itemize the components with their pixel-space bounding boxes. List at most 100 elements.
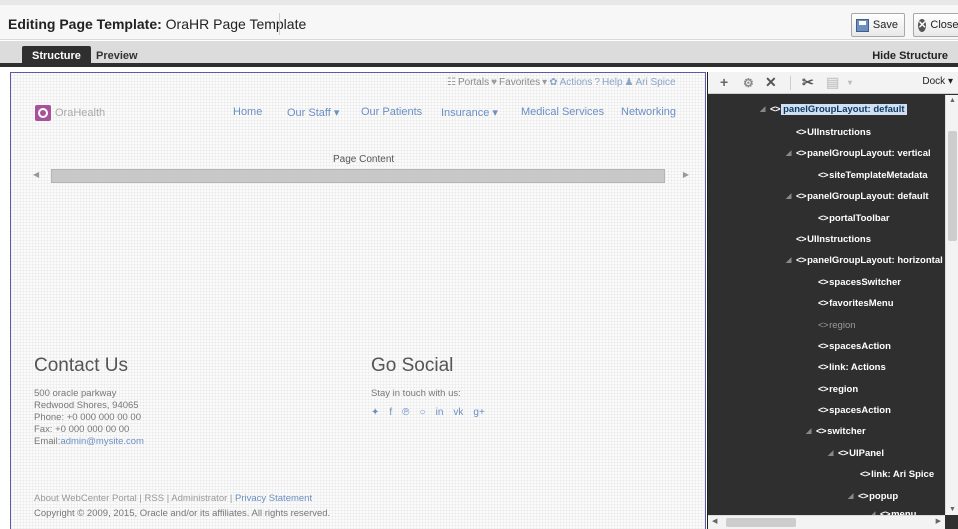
dock-menu[interactable]: Dock ▾ [922,76,953,87]
nav-our-patients[interactable]: Our Patients [361,106,422,118]
scroll-down-icon[interactable]: ▼ [949,506,956,513]
collapse-icon[interactable]: ◢ [806,427,816,435]
user-link[interactable]: Ari Spice [635,77,675,88]
tree-node-label: UIPanel [849,447,884,459]
tree-node[interactable]: <> spacesSwitcher [818,273,901,291]
tree-node[interactable]: <> UIInstructions [796,123,871,141]
linkedin-icon[interactable]: in [436,407,444,418]
nav-networking[interactable]: Networking [621,106,676,118]
tag-icon: <> [818,383,829,395]
google-plus-icon[interactable]: g+ [473,407,484,418]
tree-node-label: siteTemplateMetadata [829,169,928,181]
tab-structure[interactable]: Structure [22,46,91,67]
email-link[interactable]: admin@mysite.com [60,436,144,447]
tree-node[interactable]: <> portalToolbar [818,209,890,227]
page-content-label: Page Content [333,154,395,165]
editor-title-value: OraHR Page Template [165,16,307,32]
nav-home[interactable]: Home [233,106,262,118]
tree-node[interactable]: ◢ <> panelGroupLayout: vertical [786,144,931,162]
help-link[interactable]: Help [602,77,623,88]
twitter-icon[interactable]: ✦ [371,407,379,418]
close-button[interactable]: ✕ Close [913,13,958,37]
save-button[interactable]: Save [851,13,905,37]
tree-node[interactable]: ◢ <> switcher [806,422,866,440]
collapse-icon[interactable]: ◢ [786,256,796,264]
scroll-left-icon[interactable]: ◀ [712,517,717,525]
tag-icon: <> [796,254,807,266]
tree-node-label: region [829,383,859,395]
properties-icon[interactable]: ⚙ [743,76,754,90]
tree-node[interactable]: <> link: Ari Spice [860,465,934,483]
nav-insurance[interactable]: Insurance ▾ [441,106,498,119]
tree-node-label: panelGroupLayout: default [807,190,929,202]
scroll-right-icon[interactable]: ▶ [683,170,689,179]
hide-structure-link[interactable]: Hide Structure [872,50,948,62]
add-content-icon[interactable]: + [720,74,728,90]
tab-preview[interactable]: Preview [86,46,148,67]
tree-node[interactable]: <> link: Actions [818,358,886,376]
actions-link[interactable]: Actions [560,77,593,88]
copyright: Copyright © 2009, 2015, Oracle and/or it… [34,508,331,519]
privacy-link[interactable]: Privacy Statement [235,493,312,504]
gear-icon: ✿ [549,77,558,88]
delete-icon[interactable]: ✕ [765,74,777,91]
tree-node-label: spacesAction [829,340,891,352]
view-tabs: Structure Preview Hide Structure [0,41,958,67]
site-logo[interactable]: OraHealth [35,105,105,121]
tag-icon: <> [796,126,807,138]
footer-links: About WebCenter Portal | RSS | Administr… [34,493,312,504]
tree-node[interactable]: ◢ <> panelGroupLayout: default [760,100,907,118]
content-scrollbar[interactable]: ◀ ▶ [33,169,689,183]
paste-icon[interactable]: ▤ [826,74,839,91]
tag-icon: <> [858,490,869,502]
more-icon[interactable]: ▾ [848,78,852,87]
tree-horizontal-scrollbar[interactable]: ◀ ▶ [708,515,945,529]
tree-node[interactable]: ◢ <> panelGroupLayout: default [786,187,929,205]
cut-icon[interactable]: ✂ [802,74,814,91]
tree-node[interactable]: <> region [818,316,856,334]
tree-node-label: spacesSwitcher [829,276,901,288]
tree-node-label: region [829,319,856,331]
nav-medical-services[interactable]: Medical Services [521,106,604,118]
scrollbar-thumb[interactable] [948,131,957,241]
component-tree: ◢ <> panelGroupLayout: default <> UIInstruc… [708,95,945,515]
nav-our-staff[interactable]: Our Staff ▾ [287,106,339,119]
tree-node[interactable]: <> region [818,380,858,398]
pinterest-icon[interactable]: ℗ [402,407,409,418]
tree-node[interactable]: ◢ <> UIPanel [828,444,884,462]
tag-icon: <> [818,361,829,373]
close-label: Close [930,19,958,31]
tree-node[interactable]: <> spacesAction [818,337,891,355]
tag-icon: <> [818,169,829,181]
scroll-up-icon[interactable]: ▲ [949,97,956,104]
collapse-icon[interactable]: ◢ [760,105,770,113]
scrollbar-track[interactable] [51,169,665,183]
scroll-left-icon[interactable]: ◀ [33,170,39,179]
footer-nav-links[interactable]: About WebCenter Portal | RSS | Administr… [34,493,232,504]
portals-link[interactable]: Portals [458,77,489,88]
favorites-menu[interactable]: Favorites [499,77,540,88]
tree-node[interactable]: <> spacesAction [818,401,891,419]
phone-line: Phone: +0 000 000 00 00 [34,412,141,423]
tree-node[interactable]: <> favoritesMenu [818,294,894,312]
tree-node-label: switcher [827,425,866,437]
collapse-icon[interactable]: ◢ [786,149,796,157]
tree-node[interactable]: <> siteTemplateMetadata [818,166,928,184]
facebook-icon[interactable]: f [389,407,392,418]
tag-icon: <> [818,212,829,224]
tree-node[interactable]: ◢ <> menu [870,505,916,516]
tree-node[interactable]: ◢ <> panelGroupLayout: horizontal [786,251,943,269]
collapse-icon[interactable]: ◢ [786,192,796,200]
tag-icon: <> [818,276,829,288]
scrollbar-thumb[interactable] [726,518,796,527]
collapse-icon[interactable]: ◢ [828,449,838,457]
scroll-right-icon[interactable]: ▶ [936,517,941,525]
user-icon: ♟ [624,77,634,88]
vk-icon[interactable]: vk [453,407,463,418]
tree-node[interactable]: <> UIInstructions [796,230,871,248]
github-icon[interactable]: ○ [420,407,426,418]
tree-vertical-scrollbar[interactable]: ▲ ▼ [945,95,958,515]
tree-node[interactable]: ◢ <> popup [848,487,898,505]
collapse-icon[interactable]: ◢ [848,492,858,500]
page-canvas: ☷ Portals ♥ Favorites ▾ ✿ Actions ? Help… [10,72,706,529]
